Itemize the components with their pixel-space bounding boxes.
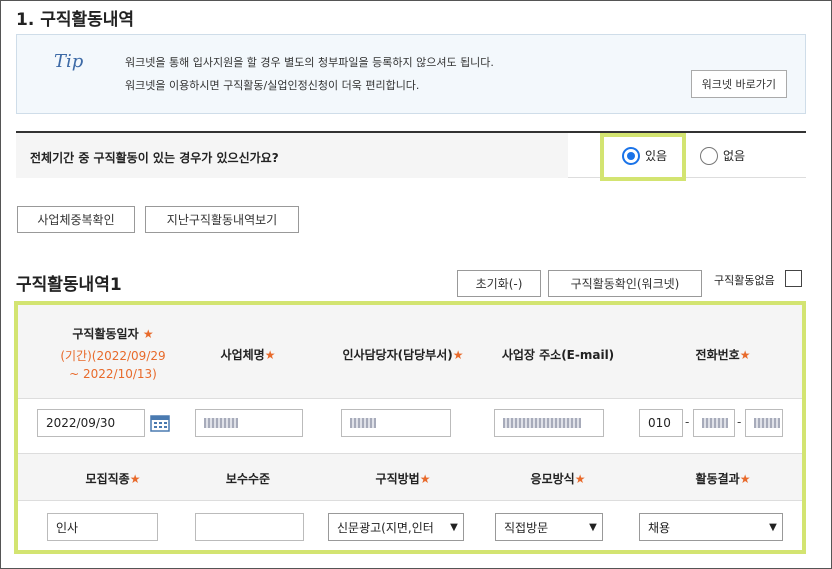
row-divider (18, 398, 802, 399)
job-type-input[interactable]: 인사 (47, 513, 158, 541)
header-activity-result-text: 활동결과 (695, 472, 740, 486)
activity-result-select[interactable]: 채용 ▼ (639, 513, 783, 541)
tip-box: Tip 워크넷을 통해 입사지원을 할 경우 별도의 청부파일을 등록하지 않으… (16, 34, 806, 114)
header-phone-number: 전화번호★ (648, 346, 798, 363)
chevron-down-icon: ▼ (450, 521, 458, 533)
tip-text-line1: 워크넷을 통해 입사지원을 할 경우 별도의 청부파일을 등록하지 않으셔도 됩… (125, 56, 494, 69)
required-mark: ★ (264, 348, 276, 362)
required-mark: ★ (574, 472, 586, 486)
required-mark: ★ (452, 348, 464, 362)
no-activity-label: 구직활동없음 (714, 274, 775, 287)
search-method-select[interactable]: 신문광고(지면,인터 ▼ (328, 513, 464, 541)
chevron-down-icon: ▼ (589, 521, 597, 533)
required-mark: ★ (142, 327, 154, 341)
phone-middle-input[interactable] (693, 409, 735, 437)
apply-method-value: 직접방문 (504, 520, 549, 535)
radio-no-label: 없음 (723, 149, 746, 163)
header-activity-date: 구직활동일자 ★ (38, 325, 188, 342)
redacted-value (503, 418, 581, 428)
header-activity-result: 활동결과★ (648, 470, 798, 487)
header-workplace-address-text: 사업장 주소(E-mail) (501, 348, 615, 362)
phone-dash-1: - (685, 415, 690, 429)
calendar-icon[interactable] (150, 414, 170, 432)
tip-text-line2: 워크넷을 이용하시면 구직활동/실업인정신청이 더욱 편리합니다. (125, 79, 420, 92)
required-mark: ★ (419, 472, 431, 486)
past-activity-history-button[interactable]: 지난구직활동내역보기 (145, 206, 299, 233)
redacted-value (350, 418, 376, 428)
header-salary-level-text: 보수수준 (225, 472, 271, 486)
activity-list-title: 구직활동내역1 (16, 275, 122, 295)
search-method-value: 신문광고(지면,인터 (337, 520, 434, 535)
header-date-period-2: ~ 2022/10/13) (69, 367, 157, 381)
activity-result-value: 채용 (648, 520, 671, 535)
worknet-shortcut-button[interactable]: 워크넷 바로가기 (690, 70, 787, 98)
header-company-name: 사업체명★ (188, 346, 308, 363)
salary-level-input[interactable] (195, 513, 304, 541)
redacted-value (702, 418, 728, 428)
workplace-address-input[interactable] (494, 409, 604, 437)
header-date-period-1: (기간)(2022/09/29 (60, 349, 166, 363)
header-search-method-text: 구직방법 (375, 472, 420, 486)
activity-question-row: 전체기간 중 구직활동이 있는 경우가 있으신가요? 있음 없음 (16, 131, 806, 178)
no-activity-checkbox[interactable] (785, 270, 802, 287)
phone-prefix-input[interactable]: 010 (639, 409, 683, 437)
required-mark: ★ (739, 348, 751, 362)
header-search-method: 구직방법★ (318, 470, 488, 487)
radio-no-circle[interactable] (700, 146, 718, 165)
worknet-confirm-button[interactable]: 구직활동확인(워크넷) (548, 270, 702, 297)
activity-question-text: 전체기간 중 구직활동이 있는 경우가 있으신가요? (30, 151, 279, 165)
activity-table: 구직활동일자 ★ (기간)(2022/09/29 ~ 2022/10/13) 사… (18, 305, 802, 550)
phone-dash-2: - (737, 415, 742, 429)
header-salary-level: 보수수준 (188, 470, 308, 487)
header-hr-manager-text: 인사담당자(담당부서) (342, 348, 453, 362)
redacted-value (204, 418, 238, 428)
apply-method-select[interactable]: 직접방문 ▼ (495, 513, 603, 541)
tip-label: Tip (54, 51, 84, 72)
company-name-input[interactable] (195, 409, 303, 437)
reset-button[interactable]: 초기화(-) (457, 270, 541, 297)
duplicate-company-check-button[interactable]: 사업체중복확인 (17, 206, 135, 233)
header-activity-date-text: 구직활동일자 (72, 327, 139, 341)
redacted-value (754, 418, 780, 428)
activity-date-input[interactable]: 2022/09/30 (37, 409, 145, 437)
header-job-type-text: 모집직종 (85, 472, 130, 486)
header-job-type: 모집직종★ (38, 470, 188, 487)
phone-last-input[interactable] (745, 409, 783, 437)
required-mark: ★ (739, 472, 751, 486)
header-phone-number-text: 전화번호 (695, 348, 740, 362)
header-workplace-address: 사업장 주소(E-mail) (483, 346, 633, 363)
highlight-radio-yes (600, 133, 686, 181)
hr-manager-input[interactable] (341, 409, 451, 437)
section-title: 1. 구직활동내역 (16, 10, 135, 30)
header-hr-manager: 인사담당자(담당부서)★ (318, 346, 488, 363)
header-company-name-text: 사업체명 (220, 348, 265, 362)
header-apply-method: 응모방식★ (483, 470, 633, 487)
header-apply-method-text: 응모방식 (530, 472, 575, 486)
chevron-down-icon: ▼ (769, 521, 777, 533)
radio-no[interactable]: 없음 (700, 133, 745, 178)
required-mark: ★ (129, 472, 141, 486)
